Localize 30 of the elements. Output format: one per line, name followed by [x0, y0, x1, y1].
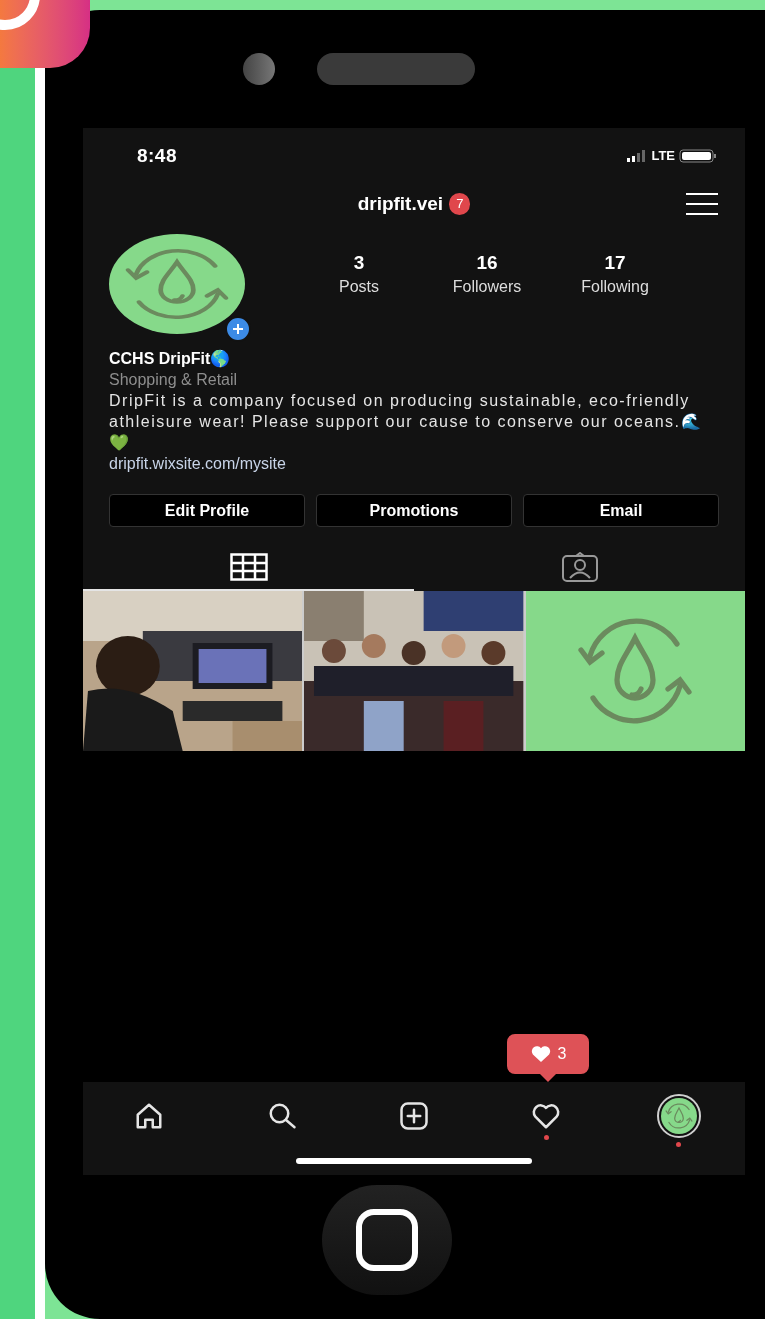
profile-link[interactable]: dripfit.wixsite.com/mysite	[109, 453, 719, 474]
profile-category: Shopping & Retail	[109, 370, 239, 390]
add-post-icon[interactable]	[398, 1100, 429, 1131]
grid-icon	[229, 553, 268, 581]
signal-icon	[627, 150, 648, 162]
profile-button[interactable]: Promotions	[316, 494, 512, 527]
profile-button[interactable]: Edit Profile	[109, 494, 305, 527]
instagram-logo-icon	[0, 0, 90, 68]
stat-label: Following	[581, 276, 649, 297]
camera-icon	[243, 53, 275, 85]
avatar-logo-icon	[660, 1097, 697, 1134]
battery-icon	[679, 149, 717, 163]
activity-count: 3	[557, 1044, 567, 1064]
stat-count: 16	[476, 251, 498, 275]
profile-username: dripfit.vei	[357, 191, 444, 216]
tagged-person-icon	[560, 552, 599, 582]
profile-bio: DripFit is a company focused on producing sustainable, eco-friendly athleisure wear! Please support our cause to conserve our oceans.🌊💚	[109, 391, 704, 453]
stat-count: 17	[604, 251, 626, 275]
stat-label: Posts	[339, 276, 379, 297]
network-label: LTE	[651, 147, 675, 166]
status-time: 8:48	[137, 143, 177, 168]
notification-count: 7	[449, 193, 471, 215]
stat-label: Followers	[452, 276, 522, 297]
profile-avatar-icon[interactable]	[656, 1093, 701, 1138]
profile-name: CCHS DripFit🌎	[109, 349, 232, 369]
profile-button[interactable]: Email	[523, 494, 719, 527]
heart-icon	[529, 1045, 552, 1063]
add-story-icon[interactable]	[225, 316, 251, 342]
stat-count: 3	[353, 251, 365, 275]
menu-icon[interactable]	[685, 192, 719, 216]
